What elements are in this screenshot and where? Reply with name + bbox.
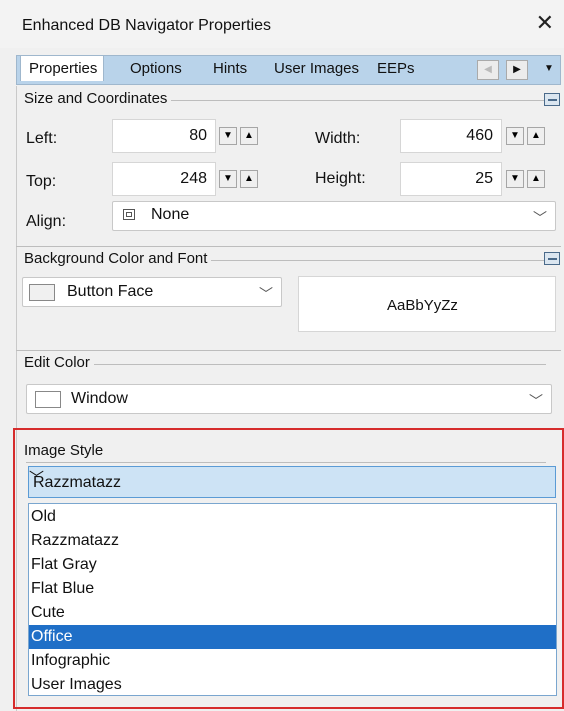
width-up-icon[interactable]: ▲ [527,127,545,145]
chevron-down-icon: ﹀ [259,286,273,302]
list-item[interactable]: Razzmatazz [31,529,119,553]
edit-color-title: Edit Color [24,354,94,371]
align-value: None [151,206,190,223]
list-item[interactable]: Old [31,505,56,529]
color-swatch [29,284,55,301]
height-input[interactable]: 25 [400,162,502,196]
tab-hints[interactable]: Hints [213,60,247,77]
list-item-selected[interactable]: Office [29,625,556,649]
window-title: Enhanced DB Navigator Properties [22,17,272,34]
top-down-icon[interactable]: ▼ [219,170,237,188]
width-label: Width: [315,130,361,147]
font-preview[interactable]: AaBbYyZz [298,276,556,332]
font-preview-text: AaBbYyZz [387,297,458,314]
section-divider [16,246,561,247]
tab-eeps[interactable]: EEPs [377,60,415,77]
background-color-select[interactable]: Button Face ﹀ [22,277,282,307]
align-label: Align: [26,213,67,230]
size-coordinates-title: Size and Coordinates [24,90,172,107]
list-item[interactable]: Cute [31,601,65,625]
edit-color-value: Window [71,390,128,407]
tab-options[interactable]: Options [130,60,182,77]
tab-menu-icon[interactable]: ▼ [538,60,560,80]
top-input[interactable]: 248 [112,162,216,196]
collapse-icon[interactable] [544,252,560,265]
align-none-icon [123,209,135,220]
list-item[interactable]: Flat Gray [31,553,97,577]
collapse-icon[interactable] [544,93,560,106]
background-font-title: Background Color and Font [24,250,212,267]
align-select[interactable]: None ﹀ [112,201,556,231]
section-divider [26,462,546,463]
height-down-icon[interactable]: ▼ [506,170,524,188]
width-down-icon[interactable]: ▼ [506,127,524,145]
chevron-down-icon: ﹀ [529,393,543,409]
close-icon[interactable]: ✕ [536,12,554,34]
image-style-title: Image Style [24,442,108,459]
width-input[interactable]: 460 [400,119,502,153]
height-label: Height: [315,170,366,187]
list-item[interactable]: Flat Blue [31,577,94,601]
height-up-icon[interactable]: ▲ [527,170,545,188]
left-input[interactable]: 80 [112,119,216,153]
tab-properties[interactable]: Properties [20,55,105,81]
list-item[interactable]: Infographic [31,649,110,673]
list-item[interactable]: User Images [31,673,122,697]
left-label: Left: [26,130,58,147]
image-style-select[interactable]: Razzmatazz ﹀ [28,466,556,498]
color-swatch [35,391,61,408]
tab-user-images[interactable]: User Images [274,60,359,77]
left-up-icon[interactable]: ▲ [240,127,258,145]
top-label: Top: [26,173,57,190]
left-down-icon[interactable]: ▼ [219,127,237,145]
section-divider [16,350,561,351]
tab-scroll-right-icon[interactable]: ▶ [506,60,528,80]
edit-color-select[interactable]: Window ﹀ [26,384,552,414]
top-up-icon[interactable]: ▲ [240,170,258,188]
chevron-down-icon: ﹀ [533,210,547,226]
background-color-value: Button Face [67,283,154,300]
section-divider [26,364,546,365]
image-style-value: Razzmatazz [33,474,122,491]
tab-scroll-left-icon[interactable]: ◀ [477,60,499,80]
